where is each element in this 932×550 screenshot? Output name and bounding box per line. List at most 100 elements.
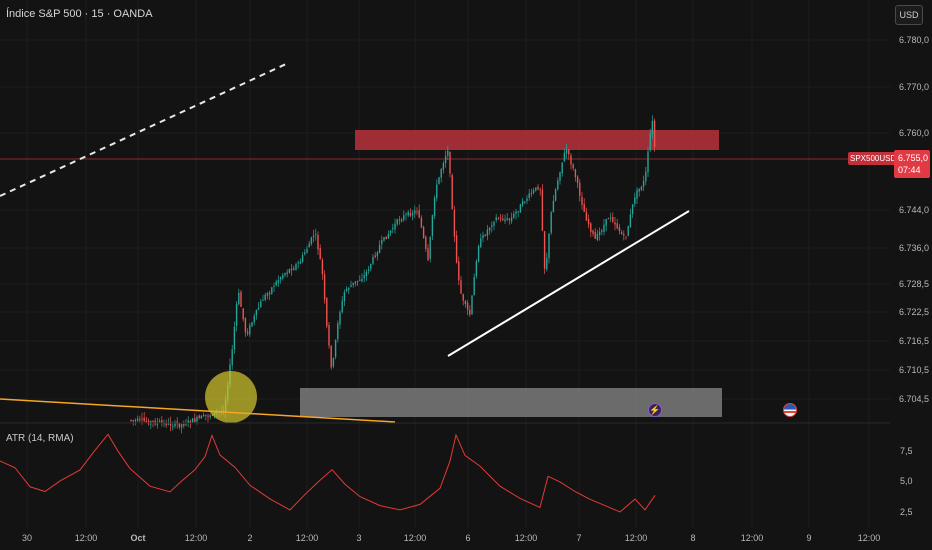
lightning-icon[interactable]: ⚡ — [648, 403, 662, 417]
candle-body — [288, 269, 291, 273]
candle-body — [409, 212, 412, 216]
candle-body — [169, 421, 172, 426]
candle-body — [462, 294, 464, 301]
candle-body — [557, 180, 559, 190]
candle-body — [387, 233, 390, 239]
candle-body — [574, 169, 577, 178]
candle-body — [264, 294, 266, 301]
candle-body — [495, 217, 497, 221]
candle-body — [194, 418, 196, 422]
candle-body — [616, 223, 618, 229]
price-axis-label: 6.722,5 — [899, 307, 929, 317]
candle-body — [469, 309, 471, 315]
price-axis-label: 6.736,0 — [899, 243, 929, 253]
candle-body — [249, 325, 251, 335]
candle-body — [543, 231, 546, 269]
candle-body — [477, 245, 480, 262]
candle-body — [132, 420, 134, 422]
candle-body — [486, 229, 489, 236]
time-axis-label: 12:00 — [404, 533, 427, 543]
candle-body — [510, 217, 513, 222]
candle-body — [612, 216, 614, 222]
candle-body — [570, 155, 572, 165]
candle-body — [161, 420, 163, 423]
time-axis-label: 12:00 — [515, 533, 538, 543]
candle-body — [141, 418, 143, 420]
candle-body — [521, 200, 524, 206]
highlight-circle[interactable] — [205, 371, 257, 423]
candle-body — [552, 200, 555, 213]
candle-body — [315, 233, 317, 235]
candle-body — [631, 204, 634, 214]
resistance-zone[interactable] — [355, 130, 719, 150]
time-axis-label: 8 — [690, 533, 695, 543]
candle-body — [475, 261, 478, 277]
candle-body — [508, 218, 511, 221]
candle-body — [497, 218, 500, 220]
time-axis: 30 12:00 Oct 12:00 2 12:00 3 12:00 6 12:00 7 12:00 8… — [22, 533, 880, 543]
candle-body — [139, 419, 141, 421]
candle-body — [312, 235, 315, 237]
candle-body — [532, 190, 535, 194]
candle-body — [515, 211, 517, 214]
candle-body — [350, 285, 352, 287]
candle-body — [447, 150, 449, 156]
candle-body — [268, 292, 271, 295]
candle-body — [251, 322, 253, 327]
time-axis-label: 30 — [22, 533, 32, 543]
candle-body — [576, 176, 579, 183]
candle-body — [640, 186, 643, 190]
candle-body — [565, 149, 568, 154]
time-axis-label: Oct — [130, 533, 145, 543]
candle-body — [354, 281, 357, 284]
current-price-tag: 6.755,0 07:44 — [894, 150, 930, 178]
candle-body — [385, 236, 387, 240]
candle-body — [537, 186, 539, 190]
price-axis-label: 6.704,5 — [899, 394, 929, 404]
candle-body — [198, 415, 200, 418]
candle-body — [158, 421, 161, 423]
dashed-trendline[interactable] — [0, 63, 287, 197]
candle-body — [172, 426, 174, 428]
candle-body — [178, 423, 181, 428]
time-axis-label: 12:00 — [625, 533, 648, 543]
candle-body — [136, 418, 139, 421]
us-flag-icon[interactable] — [783, 403, 797, 417]
candle-body — [587, 219, 590, 225]
currency-button[interactable]: USD — [895, 5, 923, 25]
candle-body — [326, 297, 328, 327]
candle-body — [405, 214, 407, 216]
candle-body — [484, 234, 486, 236]
candle-body — [207, 415, 209, 417]
candle-body — [438, 177, 440, 184]
candle-body — [407, 211, 409, 216]
candle-body — [651, 120, 654, 135]
candle-body — [202, 414, 205, 417]
time-axis-label: 3 — [356, 533, 361, 543]
candle-body — [332, 358, 335, 367]
chart-title: Índice S&P 500 · 15 · OANDA — [6, 8, 153, 20]
candle-body — [337, 323, 339, 340]
candle-body — [471, 295, 473, 315]
candle-body — [403, 215, 405, 220]
candle-body — [482, 235, 484, 239]
atr-indicator-title[interactable]: ATR (14, RMA) — [6, 433, 74, 444]
chart-canvas[interactable]: 6.780,0 6.770,0 6.760,0 6.744,0 6.736,0 6.728… — [0, 0, 932, 550]
candle-body — [649, 133, 651, 151]
candle-body — [524, 201, 526, 203]
candle-body — [205, 414, 207, 416]
candle-body — [653, 120, 656, 147]
candle-body — [242, 308, 244, 320]
candle-body — [282, 274, 284, 279]
candle-body — [528, 193, 530, 198]
candle-body — [546, 258, 548, 270]
candle-body — [352, 282, 354, 285]
candle-body — [389, 230, 392, 234]
candle-body — [200, 415, 203, 419]
current-price-value: 6.755,0 — [898, 153, 929, 163]
candle-body — [609, 217, 612, 219]
atr-line — [0, 433, 656, 513]
time-axis-label: 9 — [806, 533, 811, 543]
candle-body — [605, 218, 607, 226]
candle-body — [262, 299, 264, 301]
